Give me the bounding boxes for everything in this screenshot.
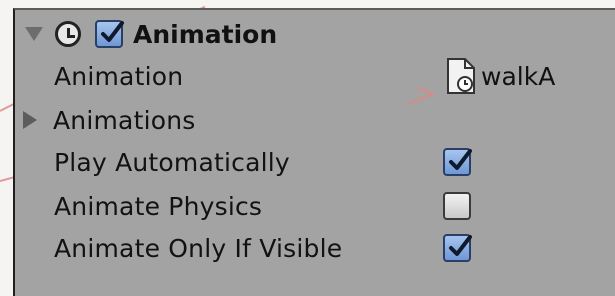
play-automatically-checkbox[interactable] — [443, 148, 472, 176]
field-animate-physics: Animate Physics — [15, 186, 615, 226]
animation-clip-field[interactable]: walkA — [445, 57, 555, 95]
field-animations[interactable]: Animations — [15, 100, 615, 140]
component-enabled-checkbox[interactable] — [95, 20, 124, 48]
animation-clip-icon — [445, 57, 477, 95]
animation-clip-value: walkA — [481, 61, 556, 91]
guide-arrowhead-icon — [406, 87, 435, 105]
animate-physics-checkbox[interactable] — [443, 192, 471, 220]
foldout-triangle-icon[interactable] — [25, 27, 43, 41]
field-play-automatically: Play Automatically — [15, 142, 615, 182]
field-animation: Animation walkA — [15, 56, 615, 96]
component-header: Animation — [15, 14, 615, 54]
field-label-animation: Animation — [54, 61, 184, 91]
triangle-right-icon[interactable] — [23, 111, 37, 129]
field-label-play-automatically: Play Automatically — [54, 147, 290, 177]
animate-only-if-visible-checkbox[interactable] — [443, 234, 472, 262]
animation-inspector-panel: Animation Animation walkA Animations Pla… — [13, 8, 615, 296]
field-label-animations: Animations — [53, 105, 196, 135]
field-label-animate-physics: Animate Physics — [54, 191, 263, 221]
clock-icon — [55, 21, 81, 47]
field-label-animate-only-if-visible: Animate Only If Visible — [54, 233, 343, 263]
field-animate-only-if-visible: Animate Only If Visible — [15, 228, 615, 268]
component-title: Animation — [133, 19, 278, 49]
